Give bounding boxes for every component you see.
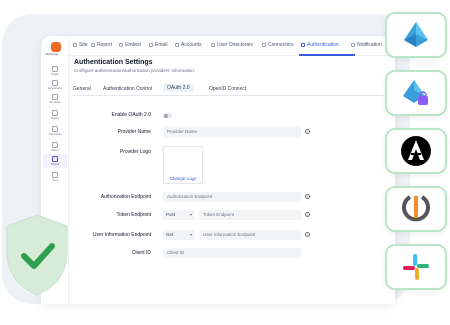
sidebar-item-users[interactable]: Users xyxy=(41,172,69,182)
token-endpoint-input[interactable]: Token Endpoint xyxy=(199,210,301,220)
top-nav: Site Report Embed Email Accounts User Di… xyxy=(69,36,395,56)
provider-name-label: Provider Name xyxy=(117,129,151,135)
tab-label: Site xyxy=(79,42,88,48)
tab-authentication[interactable]: Authentication xyxy=(301,42,339,48)
slack-icon xyxy=(403,254,429,280)
tab-user-directories[interactable]: User Directories xyxy=(211,42,253,48)
subtab-divider xyxy=(71,95,395,96)
accounts-icon xyxy=(175,43,179,47)
tab-notification[interactable]: Notification xyxy=(351,42,382,48)
embed-icon xyxy=(119,43,123,47)
info-icon[interactable]: i xyxy=(305,194,310,199)
user-info-method-value: Get xyxy=(166,232,174,237)
authorization-endpoint-input[interactable]: Authorization Endpoint xyxy=(163,192,301,202)
chevron-down-icon: ▾ xyxy=(189,232,192,237)
page-description: Configure authentication/authorization p… xyxy=(74,68,196,73)
user-info-endpoint-input[interactable]: User Information Endpoint xyxy=(199,230,301,240)
authentication-tab-icon xyxy=(301,43,305,47)
sidebar-item-settings[interactable]: Settings xyxy=(41,156,69,166)
provider-name-input[interactable]: Provider Name xyxy=(163,127,301,137)
site-icon xyxy=(73,43,77,47)
info-icon[interactable]: i xyxy=(305,212,310,217)
tab-label: Accounts xyxy=(181,42,202,48)
report-icon xyxy=(91,43,95,47)
tab-label: Connectors xyxy=(268,42,294,48)
tab-label: Notification xyxy=(357,42,382,48)
provider-card-onelogin[interactable] xyxy=(385,186,447,232)
brand-name: miniOrange xyxy=(45,53,58,56)
provider-logo-label: Provider Logo xyxy=(119,149,151,155)
brand-logo-icon[interactable] xyxy=(51,42,61,52)
connectors-icon xyxy=(262,43,266,47)
page-title: Authentication Settings xyxy=(74,59,153,66)
user-directories-icon xyxy=(211,43,215,47)
sidebar-item-label: Settings xyxy=(50,163,60,166)
subtab-oauth2[interactable]: OAuth 2.0 xyxy=(163,84,194,92)
notification-icon xyxy=(351,43,355,47)
tab-site[interactable]: Site xyxy=(73,42,88,48)
directories-icon xyxy=(52,94,58,100)
sidebar-item-label: Users xyxy=(52,179,58,182)
enable-oauth-label: Enable OAuth 2.0 xyxy=(111,112,151,118)
token-method-value: Post xyxy=(166,212,176,217)
client-id-input[interactable]: Client ID xyxy=(163,248,301,258)
provider-card-azure-ad-b2c[interactable] xyxy=(385,70,447,116)
plugins-icon xyxy=(52,66,58,72)
subtab-general[interactable]: General xyxy=(73,86,91,92)
reports-icon xyxy=(52,110,58,116)
sidebar-item-label: Authentication xyxy=(47,87,63,90)
sidebar-item-plugins[interactable]: Plugins xyxy=(41,66,69,76)
provider-card-azure-ad[interactable] xyxy=(385,12,447,58)
enable-oauth-toggle[interactable] xyxy=(163,113,172,118)
tab-label: User Directories xyxy=(217,42,253,48)
tab-embed[interactable]: Embed xyxy=(119,42,141,48)
chevron-down-icon: ▾ xyxy=(189,212,192,217)
tab-label: Email xyxy=(155,42,168,48)
sidebar-item-label: Plugins xyxy=(51,73,59,76)
tab-label: Authentication xyxy=(307,42,339,48)
authentication-icon xyxy=(52,80,58,86)
tab-label: Report xyxy=(97,42,113,48)
settings-icon xyxy=(52,156,58,162)
tab-accounts[interactable]: Accounts xyxy=(175,42,202,48)
active-tab-indicator xyxy=(299,54,355,56)
security-shield-icon xyxy=(6,214,68,296)
tab-email[interactable]: Email xyxy=(149,42,168,48)
tab-report[interactable]: Report xyxy=(91,42,112,48)
tab-label: Embed xyxy=(125,42,141,48)
users-icon xyxy=(52,172,58,178)
info-icon[interactable]: i xyxy=(305,232,310,237)
onelogin-icon xyxy=(402,195,430,222)
tokens-icon xyxy=(52,142,58,148)
sidebar-item-label: Directories xyxy=(49,101,61,104)
sidebar-item-authentication[interactable]: Authentication xyxy=(41,80,69,90)
sidebar-item-directories[interactable]: Directories xyxy=(41,94,69,104)
provider-card-auth0[interactable] xyxy=(385,128,447,174)
token-method-select[interactable]: Post ▾ xyxy=(163,210,195,220)
subtab-openid-connect[interactable]: OpenID Connect xyxy=(209,86,246,92)
email-icon xyxy=(149,43,153,47)
provider-logo-box[interactable]: Change Logo xyxy=(163,146,203,184)
auth0-icon xyxy=(401,136,431,166)
tab-connectors[interactable]: Connectors xyxy=(262,42,294,48)
sub-admins-icon xyxy=(52,126,58,132)
provider-card-slack[interactable] xyxy=(385,244,447,290)
token-endpoint-label: Token Endpoint xyxy=(116,212,151,218)
subtab-authentication-control[interactable]: Authentication Control xyxy=(103,86,152,92)
azure-ad-icon xyxy=(404,22,428,47)
user-info-method-select[interactable]: Get ▾ xyxy=(163,230,195,240)
azure-ad-b2c-icon xyxy=(403,80,428,105)
change-logo-link[interactable]: Change Logo xyxy=(164,176,202,181)
client-id-label: Client ID xyxy=(131,250,151,256)
user-info-endpoint-label: User Information Endpoint xyxy=(92,232,151,238)
authorization-endpoint-label: Authorization Endpoint xyxy=(100,194,151,200)
info-icon[interactable]: i xyxy=(305,129,310,134)
app-window: miniOrange Plugins Authentication Direct… xyxy=(41,36,395,304)
